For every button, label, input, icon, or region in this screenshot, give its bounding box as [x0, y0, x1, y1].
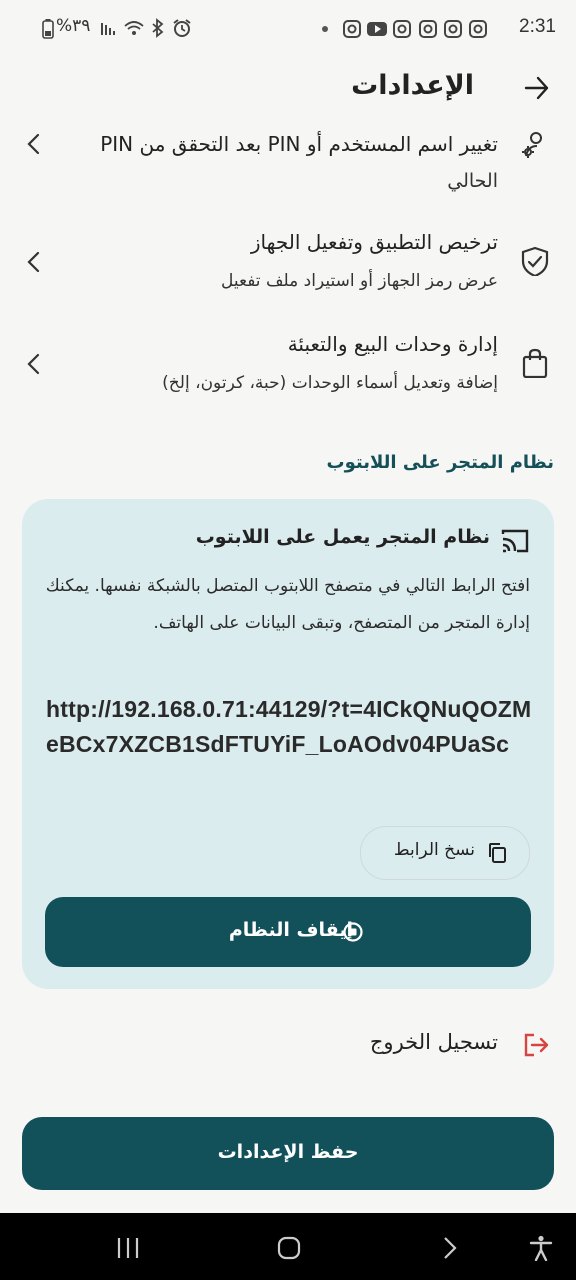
- arrow-right-icon: [524, 76, 549, 100]
- home-icon[interactable]: [277, 1236, 301, 1260]
- status-time: 2:31: [519, 16, 556, 37]
- logout-button[interactable]: تسجيل الخروج: [10, 1026, 550, 1070]
- setting-title: إدارة وحدات البيع والتعبئة: [287, 332, 498, 356]
- cast-icon: [501, 529, 529, 553]
- copy-link-label: نسخ الرابط: [393, 840, 475, 860]
- instagram-icon: [343, 20, 361, 38]
- signal-icon: [101, 23, 115, 35]
- wifi-icon: [124, 21, 144, 35]
- back-nav-icon[interactable]: [442, 1236, 458, 1260]
- card-title: نظام المتجر يعمل على اللابتوب: [195, 526, 490, 548]
- bluetooth-icon: [152, 18, 164, 38]
- system-nav-bar: [0, 1213, 576, 1280]
- user-gear-icon: [522, 132, 542, 158]
- battery-percent: %٣٩: [56, 16, 91, 36]
- chevron-left-icon: [27, 133, 40, 155]
- setting-sales-units[interactable]: إدارة وحدات البيع والتعبئة إضافة وتعديل …: [0, 328, 576, 404]
- page-title: الإعدادات: [351, 70, 474, 101]
- instagram-icon: [393, 20, 411, 38]
- shield-check-icon: [521, 246, 549, 276]
- dot-icon: [322, 26, 328, 32]
- status-bar: %٣٩ 2:31: [0, 0, 576, 58]
- setting-title: ترخيص التطبيق وتفعيل الجهاز: [250, 230, 498, 254]
- recents-icon[interactable]: [116, 1237, 140, 1259]
- logout-icon: [524, 1033, 549, 1057]
- setting-subtitle: الحالي: [447, 170, 498, 192]
- save-settings-label: حفظ الإعدادات: [217, 1141, 359, 1163]
- instagram-icon: [444, 20, 462, 38]
- copy-link-button[interactable]: نسخ الرابط: [360, 826, 530, 880]
- chevron-left-icon: [27, 353, 40, 375]
- logout-label: تسجيل الخروج: [369, 1030, 498, 1054]
- youtube-icon: [367, 22, 387, 36]
- instagram-icon: [419, 20, 437, 38]
- battery-icon: [42, 19, 54, 39]
- alarm-icon: [173, 19, 191, 37]
- setting-subtitle: عرض رمز الجهاز أو استيراد ملف تفعيل: [221, 271, 498, 291]
- section-title: نظام المتجر على اللابتوب: [326, 452, 555, 473]
- accessibility-icon[interactable]: [529, 1235, 553, 1261]
- card-description: افتح الرابط التالي في متصفح اللابتوب الم…: [45, 576, 530, 633]
- instagram-icon: [469, 20, 487, 38]
- setting-subtitle: إضافة وتعديل أسماء الوحدات (حبة، كرتون، …: [162, 373, 498, 393]
- setting-title: تغيير اسم المستخدم أو PIN بعد التحقق من …: [100, 132, 498, 156]
- setting-change-credentials[interactable]: تغيير اسم المستخدم أو PIN بعد التحقق من …: [0, 124, 576, 204]
- server-url: http://192.168.0.71:44129/?t=4ICkQNuQOZM…: [46, 696, 532, 757]
- chevron-left-icon: [27, 251, 40, 273]
- stop-system-label: إيقاف النظام: [228, 919, 353, 941]
- copy-icon: [489, 843, 506, 863]
- save-settings-button[interactable]: حفظ الإعدادات: [22, 1117, 554, 1190]
- setting-license-activation[interactable]: ترخيص التطبيق وتفعيل الجهاز عرض رمز الجه…: [0, 226, 576, 302]
- back-button[interactable]: [524, 72, 550, 102]
- stop-system-button[interactable]: إيقاف النظام: [45, 897, 531, 967]
- shopping-bag-icon: [522, 348, 548, 378]
